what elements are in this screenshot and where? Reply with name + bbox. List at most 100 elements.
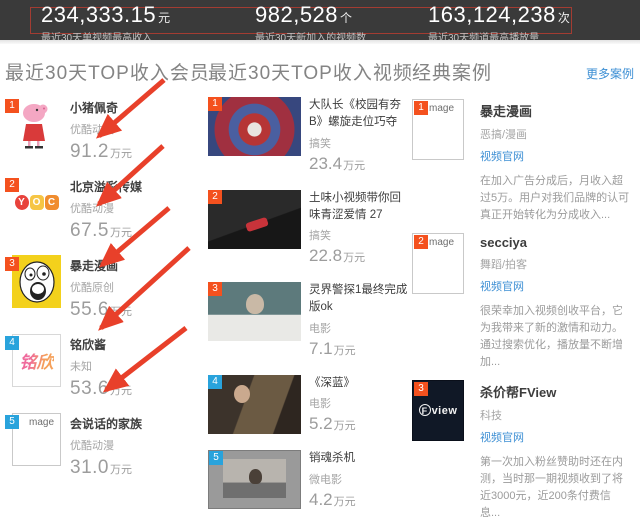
member-row[interactable]: 4 铭欣 铭欣酱 未知 53.6万元 — [5, 334, 205, 400]
video-title[interactable]: 销魂杀机 — [309, 450, 408, 467]
member-name[interactable]: 铭欣酱 — [70, 336, 132, 353]
case-website-link[interactable]: 视频官网 — [480, 278, 630, 294]
video-earnings: 23.4万元 — [309, 154, 408, 174]
video-row[interactable]: 1 大队长《校园有夯B》螺旋走位巧夺助学金... 搞笑 23.4万元 — [208, 97, 408, 174]
case-category: 恶搞/漫画 — [480, 126, 630, 142]
member-info: 暴走漫画 优酷原创 55.6万元 — [70, 255, 132, 321]
member-name[interactable]: 北京溢彩传媒 — [70, 178, 142, 195]
stat-unit: 个 — [340, 11, 352, 25]
rank-badge: 1 — [5, 99, 19, 113]
peppa-pig-avatar[interactable] — [12, 97, 61, 150]
video-row[interactable]: 3 灵界警探1最终完成版ok 电影 7.1万元 — [208, 282, 408, 358]
topbar-divider — [0, 40, 640, 44]
member-category: 优酷动漫 — [70, 200, 142, 216]
video-info: 《深蓝》 电影 5.2万元 — [309, 375, 408, 435]
member-earnings: 55.6万元 — [70, 299, 132, 321]
cases-section-title: 经典案例 — [412, 58, 492, 85]
video-category: 搞笑 — [309, 227, 408, 243]
video-row[interactable]: 4 《深蓝》 电影 5.2万元 — [208, 375, 408, 435]
case-website-link[interactable]: 视频官网 — [480, 429, 630, 445]
stat-unit: 元 — [158, 11, 170, 25]
earnings-number: 55.6 — [70, 299, 109, 320]
earnings-number: 7.1 — [309, 339, 333, 358]
mingxin-logo-avatar[interactable]: 铭欣 — [12, 334, 61, 387]
members-section-title: 最近30天TOP收入会员 — [5, 58, 205, 85]
video-earnings: 4.2万元 — [309, 490, 408, 510]
member-row[interactable]: 5 mage 会说话的家族 优酷动漫 31.0万元 — [5, 413, 205, 479]
logo-letter: O — [30, 195, 44, 210]
video-thumbnail[interactable]: 4 — [208, 375, 301, 434]
video-thumbnail[interactable]: 5 — [208, 450, 301, 509]
stats-frame: 234,333.15元 最近30天单视频最高收入 982,528个 最近30天新… — [30, 7, 572, 34]
member-row[interactable]: 2 Y O C 北京溢彩传媒 优酷动漫 67.5万元 — [5, 176, 205, 242]
earnings-number: 31.0 — [70, 457, 109, 478]
video-thumbnail[interactable]: 3 — [208, 282, 301, 341]
member-row[interactable]: 3 暴走漫画 优酷原创 55.6万元 — [5, 255, 205, 321]
member-earnings: 67.5万元 — [70, 220, 142, 242]
broken-image-thumb[interactable]: 2 mage — [412, 233, 464, 294]
rank-badge: 1 — [414, 101, 428, 115]
case-description: 第一次加入粉丝赞助时还在内测，当时那一期视频收到了将近3000元，近200条付费… — [480, 454, 630, 522]
case-name[interactable]: 暴走漫画 — [480, 101, 630, 120]
stat-new-videos: 982,528个 最近30天新加入的视频数 — [255, 4, 366, 44]
member-earnings: 31.0万元 — [70, 457, 142, 479]
classic-cases-section: 经典案例 更多案例 1 mage 暴走漫画 恶搞/漫画 视频官网 在加入广告分成… — [412, 58, 634, 532]
member-info: 小猪佩奇 优酷动漫 91.2万元 — [70, 97, 132, 163]
more-cases-link[interactable]: 更多案例 — [586, 65, 634, 82]
video-title[interactable]: 《深蓝》 — [309, 375, 408, 392]
earnings-unit: 万元 — [110, 227, 132, 239]
logo-letter: C — [45, 195, 59, 210]
broken-image-text: mage — [29, 417, 54, 428]
earnings-unit: 万元 — [110, 385, 132, 397]
member-info: 会说话的家族 优酷动漫 31.0万元 — [70, 413, 142, 479]
broken-image-thumb[interactable]: 1 mage — [412, 99, 464, 160]
member-name[interactable]: 小猪佩奇 — [70, 99, 132, 116]
logo-text: 铭欣 — [20, 348, 54, 373]
video-title[interactable]: 土味小视频带你回味青涩爱情 27 — [309, 190, 408, 223]
video-title[interactable]: 大队长《校园有夯B》螺旋走位巧夺助学金... — [309, 97, 408, 131]
video-thumbnail[interactable]: 1 — [208, 97, 301, 156]
stat-value: 163,124,238 — [428, 2, 556, 27]
case-website-link[interactable]: 视频官网 — [480, 148, 630, 164]
video-row[interactable]: 2 土味小视频带你回味青涩爱情 27 搞笑 22.8万元 — [208, 190, 408, 266]
broken-image-avatar[interactable]: mage — [12, 413, 61, 466]
video-info: 销魂杀机 微电影 4.2万元 — [309, 450, 408, 510]
videos-section-title: 最近30天TOP收入视频 — [208, 58, 408, 85]
member-name[interactable]: 会说话的家族 — [70, 415, 142, 432]
fview-logo-word: view — [432, 405, 458, 417]
rage-comic-avatar[interactable] — [12, 255, 61, 308]
case-row[interactable]: 3 Fview 杀价帮FView 科技 视频官网 第一次加入粉丝赞助时还在内测，… — [412, 380, 634, 522]
yoc-logo-avatar[interactable]: Y O C — [12, 176, 61, 229]
earnings-unit: 万元 — [343, 252, 365, 264]
rank-badge: 4 — [208, 375, 222, 389]
video-title[interactable]: 灵界警探1最终完成版ok — [309, 282, 408, 315]
earnings-unit: 万元 — [343, 160, 365, 172]
earnings-number: 23.4 — [309, 154, 342, 173]
case-name[interactable]: 杀价帮FView — [480, 382, 630, 401]
broken-image-text: mage — [429, 237, 454, 248]
stat-top-video-income: 234,333.15元 最近30天单视频最高收入 — [41, 4, 170, 44]
member-info: 铭欣酱 未知 53.6万元 — [70, 334, 132, 400]
earnings-number: 91.2 — [70, 141, 109, 162]
rank-badge: 5 — [5, 415, 19, 429]
rank-badge: 3 — [5, 257, 19, 271]
case-name[interactable]: secciya — [480, 235, 630, 250]
video-info: 土味小视频带你回味青涩爱情 27 搞笑 22.8万元 — [309, 190, 408, 266]
earnings-number: 67.5 — [70, 220, 109, 241]
video-earnings: 7.1万元 — [309, 339, 408, 359]
stats-topbar: 234,333.15元 最近30天单视频最高收入 982,528个 最近30天新… — [0, 0, 640, 40]
video-thumbnail[interactable]: 2 — [208, 190, 301, 249]
case-info: 暴走漫画 恶搞/漫画 视频官网 在加入广告分成后，月收入超过5万。用户对我们品牌… — [480, 99, 630, 224]
fview-logo-initial: F — [419, 404, 431, 416]
case-row[interactable]: 2 mage secciya 舞蹈/拍客 视频官网 很荣幸加入视频创收平台，它为… — [412, 233, 634, 371]
rage-face-image — [17, 260, 57, 304]
fview-logo-thumb[interactable]: 3 Fview — [412, 380, 464, 441]
case-row[interactable]: 1 mage 暴走漫画 恶搞/漫画 视频官网 在加入广告分成后，月收入超过5万。… — [412, 99, 634, 224]
member-name[interactable]: 暴走漫画 — [70, 257, 132, 274]
stat-top-channel-plays: 163,124,238次 最近30天频道最高播放量 — [428, 4, 570, 44]
video-category: 电影 — [309, 395, 408, 411]
cases-header: 经典案例 更多案例 — [412, 58, 634, 85]
video-row[interactable]: 5 销魂杀机 微电影 4.2万元 — [208, 450, 408, 510]
rank-badge: 4 — [5, 336, 19, 350]
member-row[interactable]: 1 小猪佩奇 优酷动漫 91.2万元 — [5, 97, 205, 163]
